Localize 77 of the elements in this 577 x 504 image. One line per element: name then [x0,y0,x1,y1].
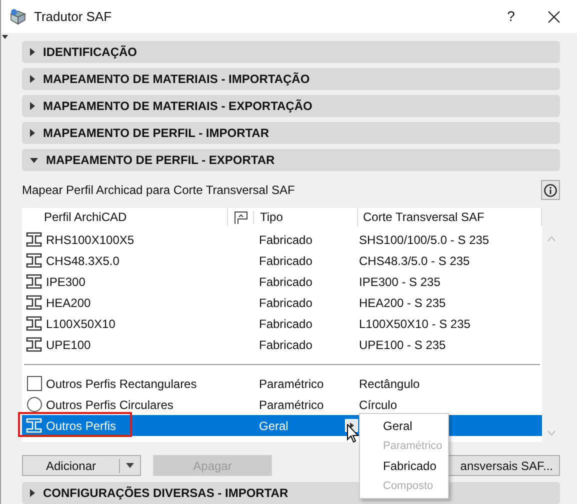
app-logo-icon [9,8,27,26]
section-title: MAPEAMENTO DE PERFIL - IMPORTAR [43,125,270,142]
i-beam-icon [26,232,42,247]
menu-item[interactable]: Geral [360,416,448,436]
section-header[interactable]: MAPEAMENTO DE MATERIAIS - IMPORTAÇÃO [22,68,560,90]
table-cell-text: Outros Perfis Rectangulares [46,376,197,392]
column-header[interactable]: Tipo [254,208,358,226]
close-icon [548,10,560,22]
section-title: MAPEAMENTO DE PERFIL - EXPORTAR [46,152,275,169]
table-cell-text: Fabricado [259,336,312,354]
section-title: IDENTIFICAÇÃO [43,44,137,61]
table-row[interactable]: CHS48.3X5.0 Fabricado CHS48.3/5.0 - S 235 [22,250,542,271]
table-cell-text: Fabricado [259,316,312,332]
column-header[interactable]: Corte Transversal SAF [358,208,542,226]
table-cell-text: L100X50X10 [46,316,116,332]
i-beam-icon [26,418,42,433]
table-cell-text: RHS100X100X5 [46,232,134,248]
i-beam-icon [26,295,42,310]
table-row[interactable]: Outros Perfis Rectangulares Paramétrico Rectângulo [22,373,542,394]
caret-icon [30,489,35,497]
table-cell-text: IPE300 [46,274,86,290]
table-row[interactable]: UPE100 Fabricado UPE100 - S 235 [22,334,542,355]
table-cell-text: CHS48.3/5.0 - S 235 [359,252,470,270]
help-button[interactable]: ? [491,0,531,33]
add-label: Adicionar [44,458,98,474]
collapse-caret-icon [2,35,8,39]
table-cell-text: L100X50X10 - S 235 [359,316,470,332]
table-cell-text: SHS100/100/5.0 - S 235 [359,232,490,248]
table-cell-text: UPE100 - S 235 [359,336,446,354]
i-beam-icon [26,274,42,289]
table-cell-text: Fabricado [259,252,312,270]
i-beam-icon [26,316,42,331]
caret-icon [30,75,35,83]
table-cell-text: CHS48.3X5.0 [46,252,120,270]
table-row[interactable]: RHS100X100X5 Fabricado SHS100/100/5.0 - S 235 [22,229,542,250]
info-icon [544,184,557,196]
table-cell-text: Fabricado [259,294,312,312]
table-row[interactable]: L100X50X10 Fabricado L100X50X10 - S 235 [22,313,542,334]
info-button[interactable] [541,180,560,200]
table-cell-text: Fabricado [259,274,312,290]
section-header[interactable]: MAPEAMENTO DE PERFIL - IMPORTAR [22,122,560,144]
section-header[interactable]: MAPEAMENTO DE MATERIAIS - EXPORTAÇÃO [22,95,560,117]
i-beam-icon [26,337,42,352]
caret-icon [30,129,35,137]
rectangle-icon [26,376,42,391]
table-row[interactable]: HEA200 Fabricado HEA200 - S 235 [22,292,542,313]
table-cell-text: Outros Perfis Circulares [46,396,174,414]
circle-icon [26,397,42,412]
window-title: Tradutor SAF [34,8,113,26]
table-cell-text: Círculo [359,396,398,414]
section-title: MAPEAMENTO DE MATERIAIS - IMPORTAÇÃO [43,71,310,88]
table-cell-text: Geral [259,418,288,434]
section-title: CONFIGURAÇÕES DIVERSAS - IMPORTAR [43,485,288,502]
table-cell-text: Fabricado [259,232,312,248]
table-cell-text: Rectângulo [359,376,420,392]
section-title: MAPEAMENTO DE MATERIAIS - EXPORTAÇÃO [43,98,312,115]
caret-icon [30,158,38,162]
section-header[interactable]: MAPEAMENTO DE PERFIL - EXPORTAR [22,149,560,171]
saf-sections-button[interactable]: ansversais SAF... [446,455,560,476]
table-row[interactable]: IPE300 Fabricado IPE300 - S 235 [22,271,542,292]
caret-icon [30,48,35,56]
section-header[interactable]: IDENTIFICAÇÃO [22,41,560,63]
column-header[interactable]: Perfil ArchiCAD [42,208,228,226]
flag-icon [234,210,248,224]
table-cell-text: HEA200 - S 235 [359,294,446,312]
i-beam-icon [26,253,42,268]
table-cell-text: Outros Perfis [46,418,116,434]
caption-text: Mapear Perfil Archicad para Corte Transversal SAF [22,182,295,199]
menu-item[interactable]: Fabricado [360,456,448,476]
table-cell-text: Paramétrico [259,376,324,392]
add-split-button[interactable]: Adicionar [22,455,141,476]
table-cell-text: Paramétrico [259,396,324,414]
caret-icon [30,102,35,110]
table-row[interactable]: Outros Perfis Circulares Paramétrico Círculo [22,394,542,415]
table-cell-text: UPE100 [46,336,91,354]
table-cell-text: HEA200 [46,294,91,312]
table-cell-text: IPE300 - S 235 [359,274,440,290]
